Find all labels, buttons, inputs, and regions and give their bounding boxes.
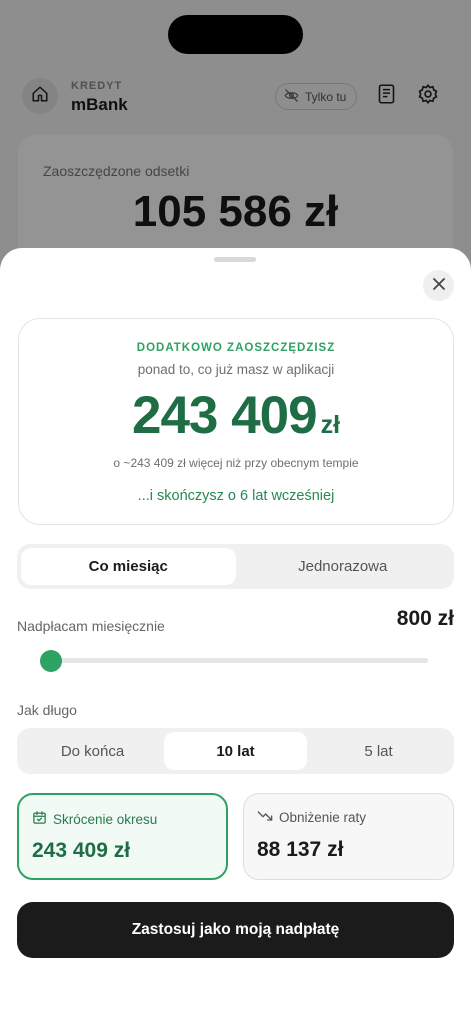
- duration-label: Jak długo: [17, 702, 77, 718]
- payment-value: 800 zł: [396, 607, 454, 630]
- option-lower-title: Obniżenie raty: [257, 809, 366, 826]
- tab-5-years[interactable]: 5 lat: [307, 732, 450, 770]
- savings-hero-card: DODATKOWO ZAOSZCZĘDZISZ ponad to, co już…: [18, 318, 454, 525]
- hero-kicker: DODATKOWO ZAOSZCZĘDZISZ: [136, 342, 336, 354]
- close-button[interactable]: [423, 270, 454, 301]
- option-shorten-title: Skrócenie okresu: [32, 810, 157, 828]
- sheet-handle[interactable]: [214, 257, 256, 262]
- hero-amount-number: 243 409: [131, 386, 318, 445]
- hero-subtitle: ponad to, co już masz w aplikacji: [137, 362, 335, 377]
- payment-slider-track[interactable]: [45, 658, 428, 663]
- hero-amount-currency: zł: [320, 411, 341, 439]
- trend-down-icon: [257, 809, 273, 826]
- hero-earlier-finish: ...i skończysz o 6 lat wcześniej: [137, 488, 335, 504]
- calendar-check-icon: [32, 810, 47, 828]
- tab-10-years[interactable]: 10 lat: [164, 732, 307, 770]
- tab-one-time[interactable]: Jednorazowa: [236, 548, 451, 585]
- payment-label: Nadpłacam miesięcznie: [17, 618, 165, 634]
- option-shorten-term[interactable]: Skrócenie okresu 243 409 zł: [17, 793, 228, 880]
- hero-comparison: o ~243 409 zł więcej niż przy obecnym te…: [113, 456, 359, 470]
- option-lower-installment[interactable]: Obniżenie raty 88 137 zł: [243, 793, 454, 880]
- option-lower-label: Obniżenie raty: [279, 810, 367, 825]
- close-icon: [432, 277, 445, 295]
- tab-until-end[interactable]: Do końca: [21, 732, 164, 770]
- tab-monthly[interactable]: Co miesiąc: [21, 548, 236, 585]
- overpayment-sheet: DODATKOWO ZAOSZCZĘDZISZ ponad to, co już…: [0, 248, 471, 1024]
- option-shorten-label: Skrócenie okresu: [53, 811, 158, 827]
- option-lower-value: 88 137 zł: [257, 838, 344, 861]
- hero-savings-amount: 243 409 zł: [19, 385, 453, 446]
- payment-slider-thumb[interactable]: [40, 650, 62, 672]
- duration-selector: Do końca 10 lat 5 lat: [17, 728, 454, 774]
- apply-overpayment-button[interactable]: Zastosuj jako moją nadpłatę: [17, 902, 454, 958]
- option-shorten-value: 243 409 zł: [32, 839, 131, 862]
- frequency-selector: Co miesiąc Jednorazowa: [17, 544, 454, 589]
